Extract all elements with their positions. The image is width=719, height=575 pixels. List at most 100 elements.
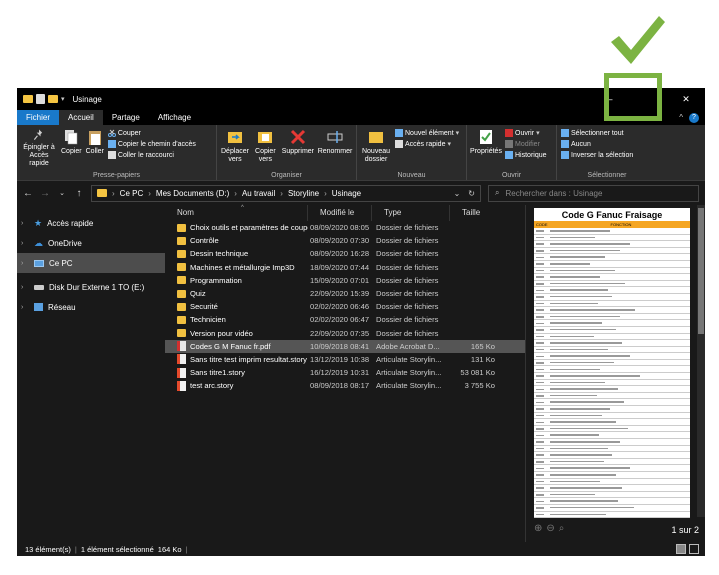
expand-chevron-icon[interactable]: ›	[21, 304, 29, 311]
delete-button[interactable]: Supprimer	[282, 128, 314, 168]
history-button[interactable]: Historique	[505, 151, 547, 159]
file-row[interactable]: Sans titre1.story 16/12/2019 10:31 Articul…	[165, 366, 525, 379]
page-up-icon[interactable]: ⊕	[534, 523, 542, 534]
close-button[interactable]: ✕	[667, 94, 705, 105]
expand-chevron-icon[interactable]: ›	[21, 240, 29, 247]
zoom-icon[interactable]: ⌕	[559, 523, 565, 534]
properties-button[interactable]: Propriétés	[470, 128, 502, 168]
file-row[interactable]: Technicien 02/02/2020 06:47 Dossier de fic…	[165, 313, 525, 326]
path-icon	[107, 140, 116, 148]
select-all-button[interactable]: Sélectionner tout	[561, 129, 633, 137]
column-size[interactable]: Taille	[450, 205, 495, 221]
column-type[interactable]: Type	[372, 205, 450, 221]
preview-doc-line	[534, 446, 690, 453]
breadcrumb-item[interactable]: Au travail	[242, 189, 275, 198]
page-down-icon[interactable]: ⊖	[546, 523, 554, 534]
refresh-icon[interactable]: ↻	[468, 189, 475, 198]
tab-fichier[interactable]: Fichier	[17, 110, 60, 125]
tab-affichage[interactable]: Affichage	[149, 110, 200, 125]
expand-chevron-icon[interactable]: ›	[21, 220, 29, 227]
large-icons-view-icon[interactable]	[689, 544, 699, 554]
status-size: 164 Ko	[157, 544, 182, 554]
details-view-icon[interactable]	[676, 544, 686, 554]
copy-button[interactable]: Copier	[61, 128, 82, 168]
tab-accueil[interactable]: Accueil	[59, 110, 103, 125]
checkmark-icon	[611, 16, 665, 64]
preview-scroll-thumb[interactable]	[698, 208, 704, 334]
file-row[interactable]: Securité 02/02/2020 06:46 Dossier de fichi…	[165, 300, 525, 313]
nav-item-label: Ce PC	[49, 258, 73, 268]
select-all-icon	[561, 129, 569, 137]
properties-icon[interactable]	[36, 94, 45, 104]
move-to-button[interactable]: Déplacer vers	[221, 128, 249, 168]
file-modified: 02/02/2020 06:47	[310, 315, 370, 325]
qat-dropdown-icon[interactable]: ▾	[61, 95, 65, 103]
file-row[interactable]: Codes G M Fanuc fr.pdf 10/09/2018 08:41 Ad…	[165, 339, 525, 353]
ribbon-collapse-icon[interactable]: ^	[679, 113, 683, 122]
expand-chevron-icon[interactable]: ›	[21, 284, 29, 291]
easy-access-button[interactable]: Accès rapide ▾	[395, 140, 459, 148]
expand-chevron-icon[interactable]: ›	[21, 260, 29, 267]
file-name: Sans titre test imprim resultat.story	[190, 354, 307, 364]
nav-item-external-drive[interactable]: › Disk Dur Externe 1 TO (E:)	[17, 277, 165, 297]
preview-doc-line	[534, 426, 690, 433]
preview-doc-line	[534, 268, 690, 275]
file-modified: 02/02/2020 06:46	[310, 302, 370, 312]
address-dropdown-icon[interactable]: ⌄	[454, 189, 461, 198]
breadcrumb-item[interactable]: Usinage	[332, 189, 361, 198]
nav-item-onedrive[interactable]: › ☁ OneDrive	[17, 233, 165, 253]
folder-icon	[177, 263, 186, 272]
select-all-label: Sélectionner tout	[571, 129, 624, 137]
forward-button[interactable]: →	[40, 188, 50, 199]
cut-button[interactable]: Couper	[107, 129, 196, 137]
up-button[interactable]: ↑	[74, 188, 84, 199]
nav-item-network[interactable]: › Réseau	[17, 297, 165, 317]
nav-item-this-pc[interactable]: › Ce PC	[17, 253, 165, 273]
file-row[interactable]: Contrôle 08/09/2020 07:30 Dossier de fichi…	[165, 234, 525, 247]
file-row[interactable]: Machines et métallurgie Imp3D 18/09/2020 …	[165, 261, 525, 274]
file-row[interactable]: Programmation 15/09/2020 07:01 Dossier de …	[165, 274, 525, 287]
new-item-button[interactable]: Nouvel élément ▾	[395, 129, 459, 137]
breadcrumb-item[interactable]: Ce PC	[120, 189, 144, 198]
copy-to-button[interactable]: Copier vers	[253, 128, 278, 168]
preview-doc-line	[534, 254, 690, 261]
paste-shortcut-button[interactable]: Coller le raccourci	[107, 151, 196, 159]
rename-button[interactable]: Renommer	[318, 128, 352, 168]
file-row[interactable]: Sans titre test imprim resultat.story 13/…	[165, 353, 525, 366]
invert-selection-button[interactable]: Inverser la sélection	[561, 151, 633, 159]
file-row[interactable]: Quiz 22/09/2020 15:39 Dossier de fichiers	[165, 287, 525, 300]
new-folder-button[interactable]: Nouveau dossier	[361, 128, 391, 168]
edit-button[interactable]: Modifier	[505, 140, 547, 148]
file-modified: 08/09/2020 08:05	[310, 223, 370, 233]
file-row[interactable]: Choix outils et paramètres de coupe 08/09…	[165, 221, 525, 234]
search-box[interactable]: ⌕ Rechercher dans : Usinage	[488, 184, 699, 202]
file-row[interactable]: Version pour vidéo 22/09/2020 07:35 Dossie…	[165, 327, 525, 340]
nav-item-label: OneDrive	[48, 238, 82, 248]
recent-dropdown-icon[interactable]: ⌄	[57, 189, 67, 197]
column-modified[interactable]: Modifié le	[308, 205, 372, 221]
new-folder-icon	[369, 132, 383, 143]
nav-item-quick-access[interactable]: › ★ Accès rapide	[17, 213, 165, 233]
select-none-button[interactable]: Aucun	[561, 140, 633, 148]
copy-path-button[interactable]: Copier le chemin d'accès	[107, 140, 196, 148]
new-folder-icon[interactable]	[48, 95, 58, 103]
file-row[interactable]: test arc.story 08/09/2018 08:17 Articulate…	[165, 379, 525, 392]
preview-doc-line	[534, 287, 690, 294]
back-button[interactable]: ←	[23, 188, 33, 199]
preview-scrollbar[interactable]	[697, 205, 705, 517]
column-name[interactable]: Nom	[165, 205, 308, 221]
open-button[interactable]: Ouvrir ▾	[505, 129, 547, 137]
breadcrumb-item[interactable]: Mes Documents (D:)	[156, 189, 229, 198]
file-type: Dossier de fichiers	[376, 302, 439, 312]
pin-icon	[33, 129, 43, 141]
file-row[interactable]: Dessin technique 08/09/2020 16:28 Dossier …	[165, 247, 525, 260]
paste-button[interactable]: Coller	[86, 128, 104, 168]
pin-quick-access-button[interactable]: Épingler à Accès rapide	[21, 128, 57, 168]
help-icon[interactable]: ?	[689, 112, 699, 123]
address-bar[interactable]: › Ce PC › Mes Documents (D:) › Au travai…	[91, 184, 481, 202]
move-to-label: Déplacer vers	[221, 148, 250, 163]
file-name: Securité	[190, 302, 218, 312]
new-item-icon	[395, 129, 403, 137]
breadcrumb-item[interactable]: Storyline	[288, 189, 319, 198]
tab-partage[interactable]: Partage	[103, 110, 149, 125]
